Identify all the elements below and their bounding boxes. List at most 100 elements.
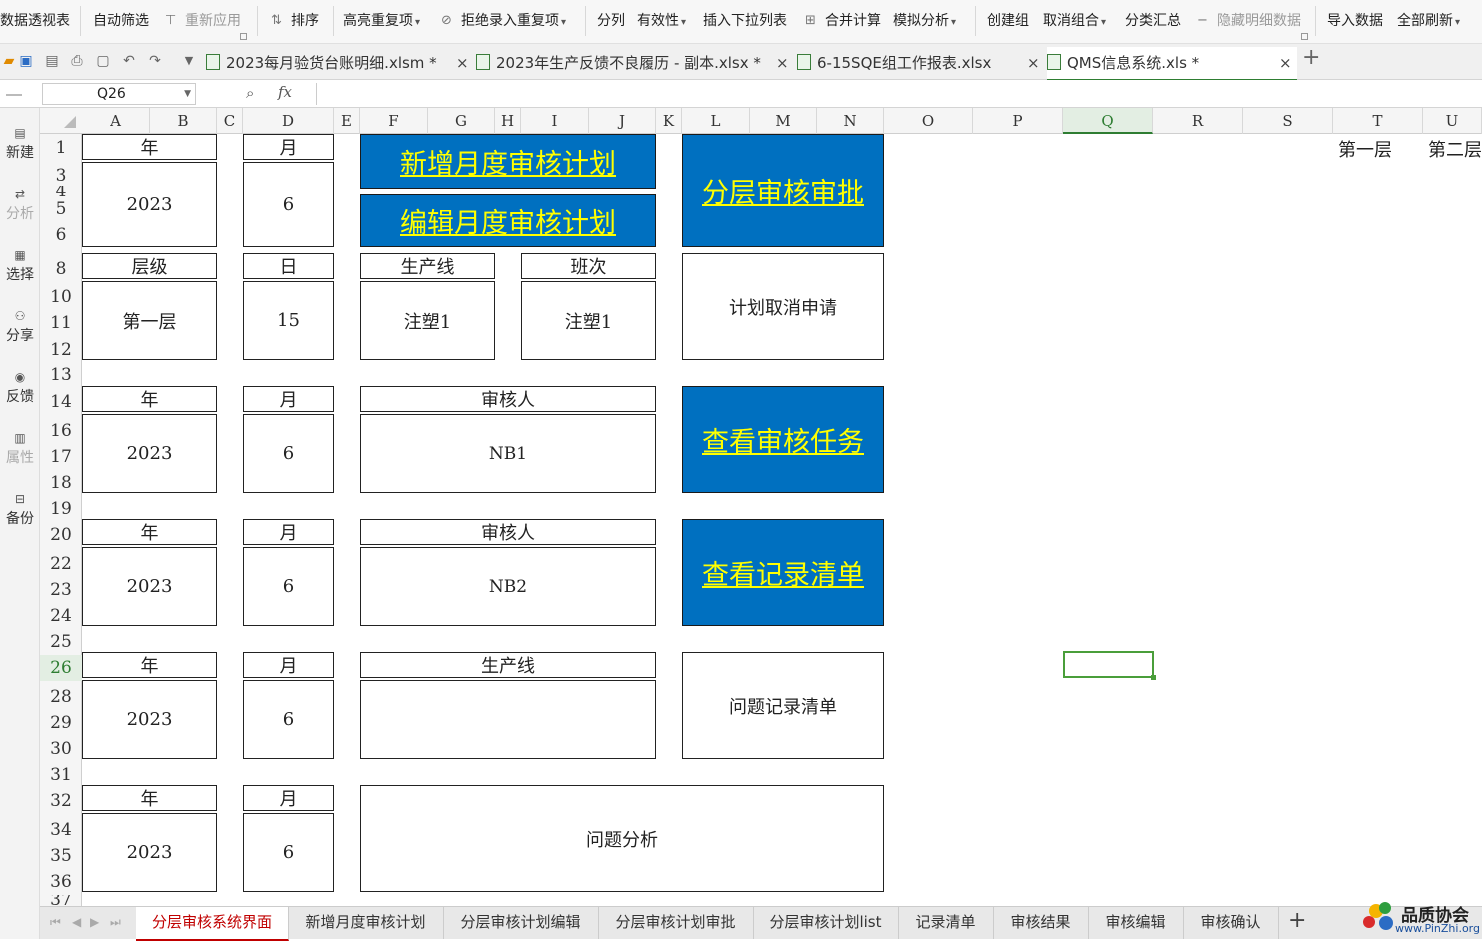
view-record-list-button[interactable]: 查看记录清单 [682, 519, 884, 626]
row-header[interactable]: 26 [40, 655, 82, 681]
ribbon-item[interactable]: 取消组合 ▾ [1043, 10, 1106, 32]
production-line-value-cell[interactable] [360, 680, 656, 759]
column-header[interactable]: C [217, 108, 243, 134]
row-header[interactable]: 4 [40, 186, 82, 196]
undo-icon[interactable]: ↶ [120, 52, 138, 70]
production-line-value-cell[interactable]: 注塑1 [360, 281, 495, 360]
function-icon[interactable]: fx [278, 83, 292, 101]
year-value-cell[interactable]: 2023 [82, 162, 217, 247]
column-header[interactable]: E [334, 108, 360, 134]
t-column-header-text[interactable]: 第一层 [1338, 136, 1392, 162]
column-header[interactable]: H [495, 108, 521, 134]
close-tab-icon[interactable]: × [1027, 47, 1040, 79]
column-header[interactable]: G [428, 108, 495, 134]
zoom-search-icon[interactable]: ⌕ [246, 84, 254, 102]
file-tab[interactable]: 2023每月验货台账明细.xlsm * × [206, 47, 474, 79]
row-header[interactable]: 37 [40, 895, 82, 905]
auditor-value-cell[interactable]: NB1 [360, 414, 656, 493]
row-header[interactable]: 30 [40, 737, 82, 761]
sheet-tab[interactable]: 新增月度审核计划 [288, 907, 444, 939]
sidebar-item[interactable]: ▦ 选择 [0, 248, 40, 284]
ribbon-item[interactable]: 有效性 ▾ [637, 10, 686, 32]
column-header[interactable]: O [884, 108, 973, 134]
year-label-cell[interactable]: 年 [82, 519, 217, 545]
sidebar-item[interactable]: ⇄ 分析 [0, 187, 40, 223]
plan-cancel-request-cell[interactable]: 计划取消申请 [682, 253, 884, 360]
column-header[interactable]: R [1153, 108, 1243, 134]
first-sheet-icon[interactable]: ⏮ [50, 915, 61, 930]
prev-sheet-icon[interactable]: ◀ [72, 915, 81, 929]
layered-audit-approval-button[interactable]: 分层审核审批 [682, 134, 884, 247]
row-header[interactable]: 16 [40, 419, 82, 443]
chevron-down-icon[interactable]: ▼ [184, 84, 191, 104]
edit-monthly-plan-button[interactable]: 编辑月度审核计划 [360, 194, 656, 247]
u-column-header-text[interactable]: 第二层 [1428, 136, 1482, 162]
month-label-cell[interactable]: 月 [243, 785, 334, 811]
row-header[interactable]: 23 [40, 578, 82, 602]
auditor-label-cell[interactable]: 审核人 [360, 386, 656, 412]
column-header[interactable]: T [1333, 108, 1423, 134]
production-line-label-cell[interactable]: 生产线 [360, 253, 495, 279]
sheet-tab[interactable]: 记录清单 [898, 907, 994, 939]
ribbon-item[interactable]: 模拟分析 ▾ [893, 10, 956, 32]
sidebar-item[interactable]: ⊟ 备份 [0, 492, 40, 528]
year-value-cell[interactable]: 2023 [82, 414, 217, 493]
row-header[interactable]: 31 [40, 763, 82, 787]
print-preview-icon[interactable]: ▢ [94, 52, 112, 70]
last-sheet-icon[interactable]: ⏭ [110, 915, 121, 930]
auditor-value-cell[interactable]: NB2 [360, 547, 656, 626]
year-label-cell[interactable]: 年 [82, 652, 217, 678]
column-header[interactable]: A [82, 108, 150, 134]
add-sheet-plus-icon[interactable]: + [1288, 908, 1306, 933]
row-header[interactable]: 11 [40, 311, 82, 335]
year-value-cell[interactable]: 2023 [82, 547, 217, 626]
view-audit-tasks-button[interactable]: 查看审核任务 [682, 386, 884, 493]
row-header[interactable]: 25 [40, 630, 82, 654]
add-monthly-plan-button[interactable]: 新增月度审核计划 [360, 134, 656, 189]
ribbon-item[interactable]: 全部刷新 ▾ [1397, 10, 1460, 32]
auditor-label-cell[interactable]: 审核人 [360, 519, 656, 545]
collapse-handle[interactable] [6, 94, 22, 96]
column-header[interactable]: N [817, 108, 884, 134]
ribbon-item[interactable]: 分类汇总 [1125, 10, 1181, 32]
selected-cell-q26[interactable] [1063, 651, 1154, 678]
year-value-cell[interactable]: 2023 [82, 813, 217, 892]
ribbon-item[interactable]: 数据透视表 [0, 10, 70, 32]
day-label-cell[interactable]: 日 [243, 253, 334, 279]
row-header[interactable]: 20 [40, 522, 82, 548]
row-header[interactable]: 1 [40, 136, 82, 160]
column-header[interactable]: M [750, 108, 817, 134]
ribbon-item[interactable]: ⊘ 拒绝录入重复项 ▾ [441, 10, 566, 32]
month-value-cell[interactable]: 6 [243, 547, 334, 626]
row-header[interactable]: 12 [40, 338, 82, 362]
close-tab-icon[interactable]: × [456, 47, 469, 79]
row-header[interactable]: 34 [40, 818, 82, 842]
row-header[interactable]: 18 [40, 471, 82, 495]
day-value-cell[interactable]: 15 [243, 281, 334, 360]
row-header[interactable]: 28 [40, 685, 82, 709]
ribbon-item[interactable]: ⇅ 排序 [271, 10, 319, 32]
ribbon-item[interactable]: 插入下拉列表 [703, 10, 787, 32]
row-header[interactable]: 29 [40, 711, 82, 735]
column-header[interactable]: P [973, 108, 1063, 134]
select-all-corner[interactable] [64, 116, 76, 128]
quick-access-dropdown-icon[interactable]: ▼ [180, 52, 198, 70]
month-value-cell[interactable]: 6 [243, 414, 334, 493]
export-pdf-icon[interactable]: ▤ [43, 52, 61, 70]
row-header[interactable]: 36 [40, 870, 82, 894]
sidebar-item[interactable]: ▤ 新建 [0, 126, 40, 162]
sheet-tab[interactable]: 分层审核系统界面 [136, 907, 289, 941]
column-header[interactable]: K [656, 108, 682, 134]
month-value-cell[interactable]: 6 [243, 162, 334, 247]
sheet-tab[interactable]: 审核结果 [993, 907, 1089, 939]
month-label-cell[interactable]: 月 [243, 134, 334, 160]
ribbon-item[interactable]: − 隐藏明细数据 [1197, 10, 1301, 32]
row-header[interactable]: 24 [40, 604, 82, 628]
row-header[interactable]: 8 [40, 256, 82, 282]
name-box[interactable]: Q26 ▼ [42, 83, 196, 105]
save-icon[interactable]: ▣ [17, 52, 35, 70]
row-header[interactable]: 13 [40, 363, 82, 387]
month-label-cell[interactable]: 月 [243, 652, 334, 678]
ribbon-item[interactable]: 高亮重复项 ▾ [343, 10, 420, 32]
issue-record-list-cell[interactable]: 问题记录清单 [682, 652, 884, 759]
